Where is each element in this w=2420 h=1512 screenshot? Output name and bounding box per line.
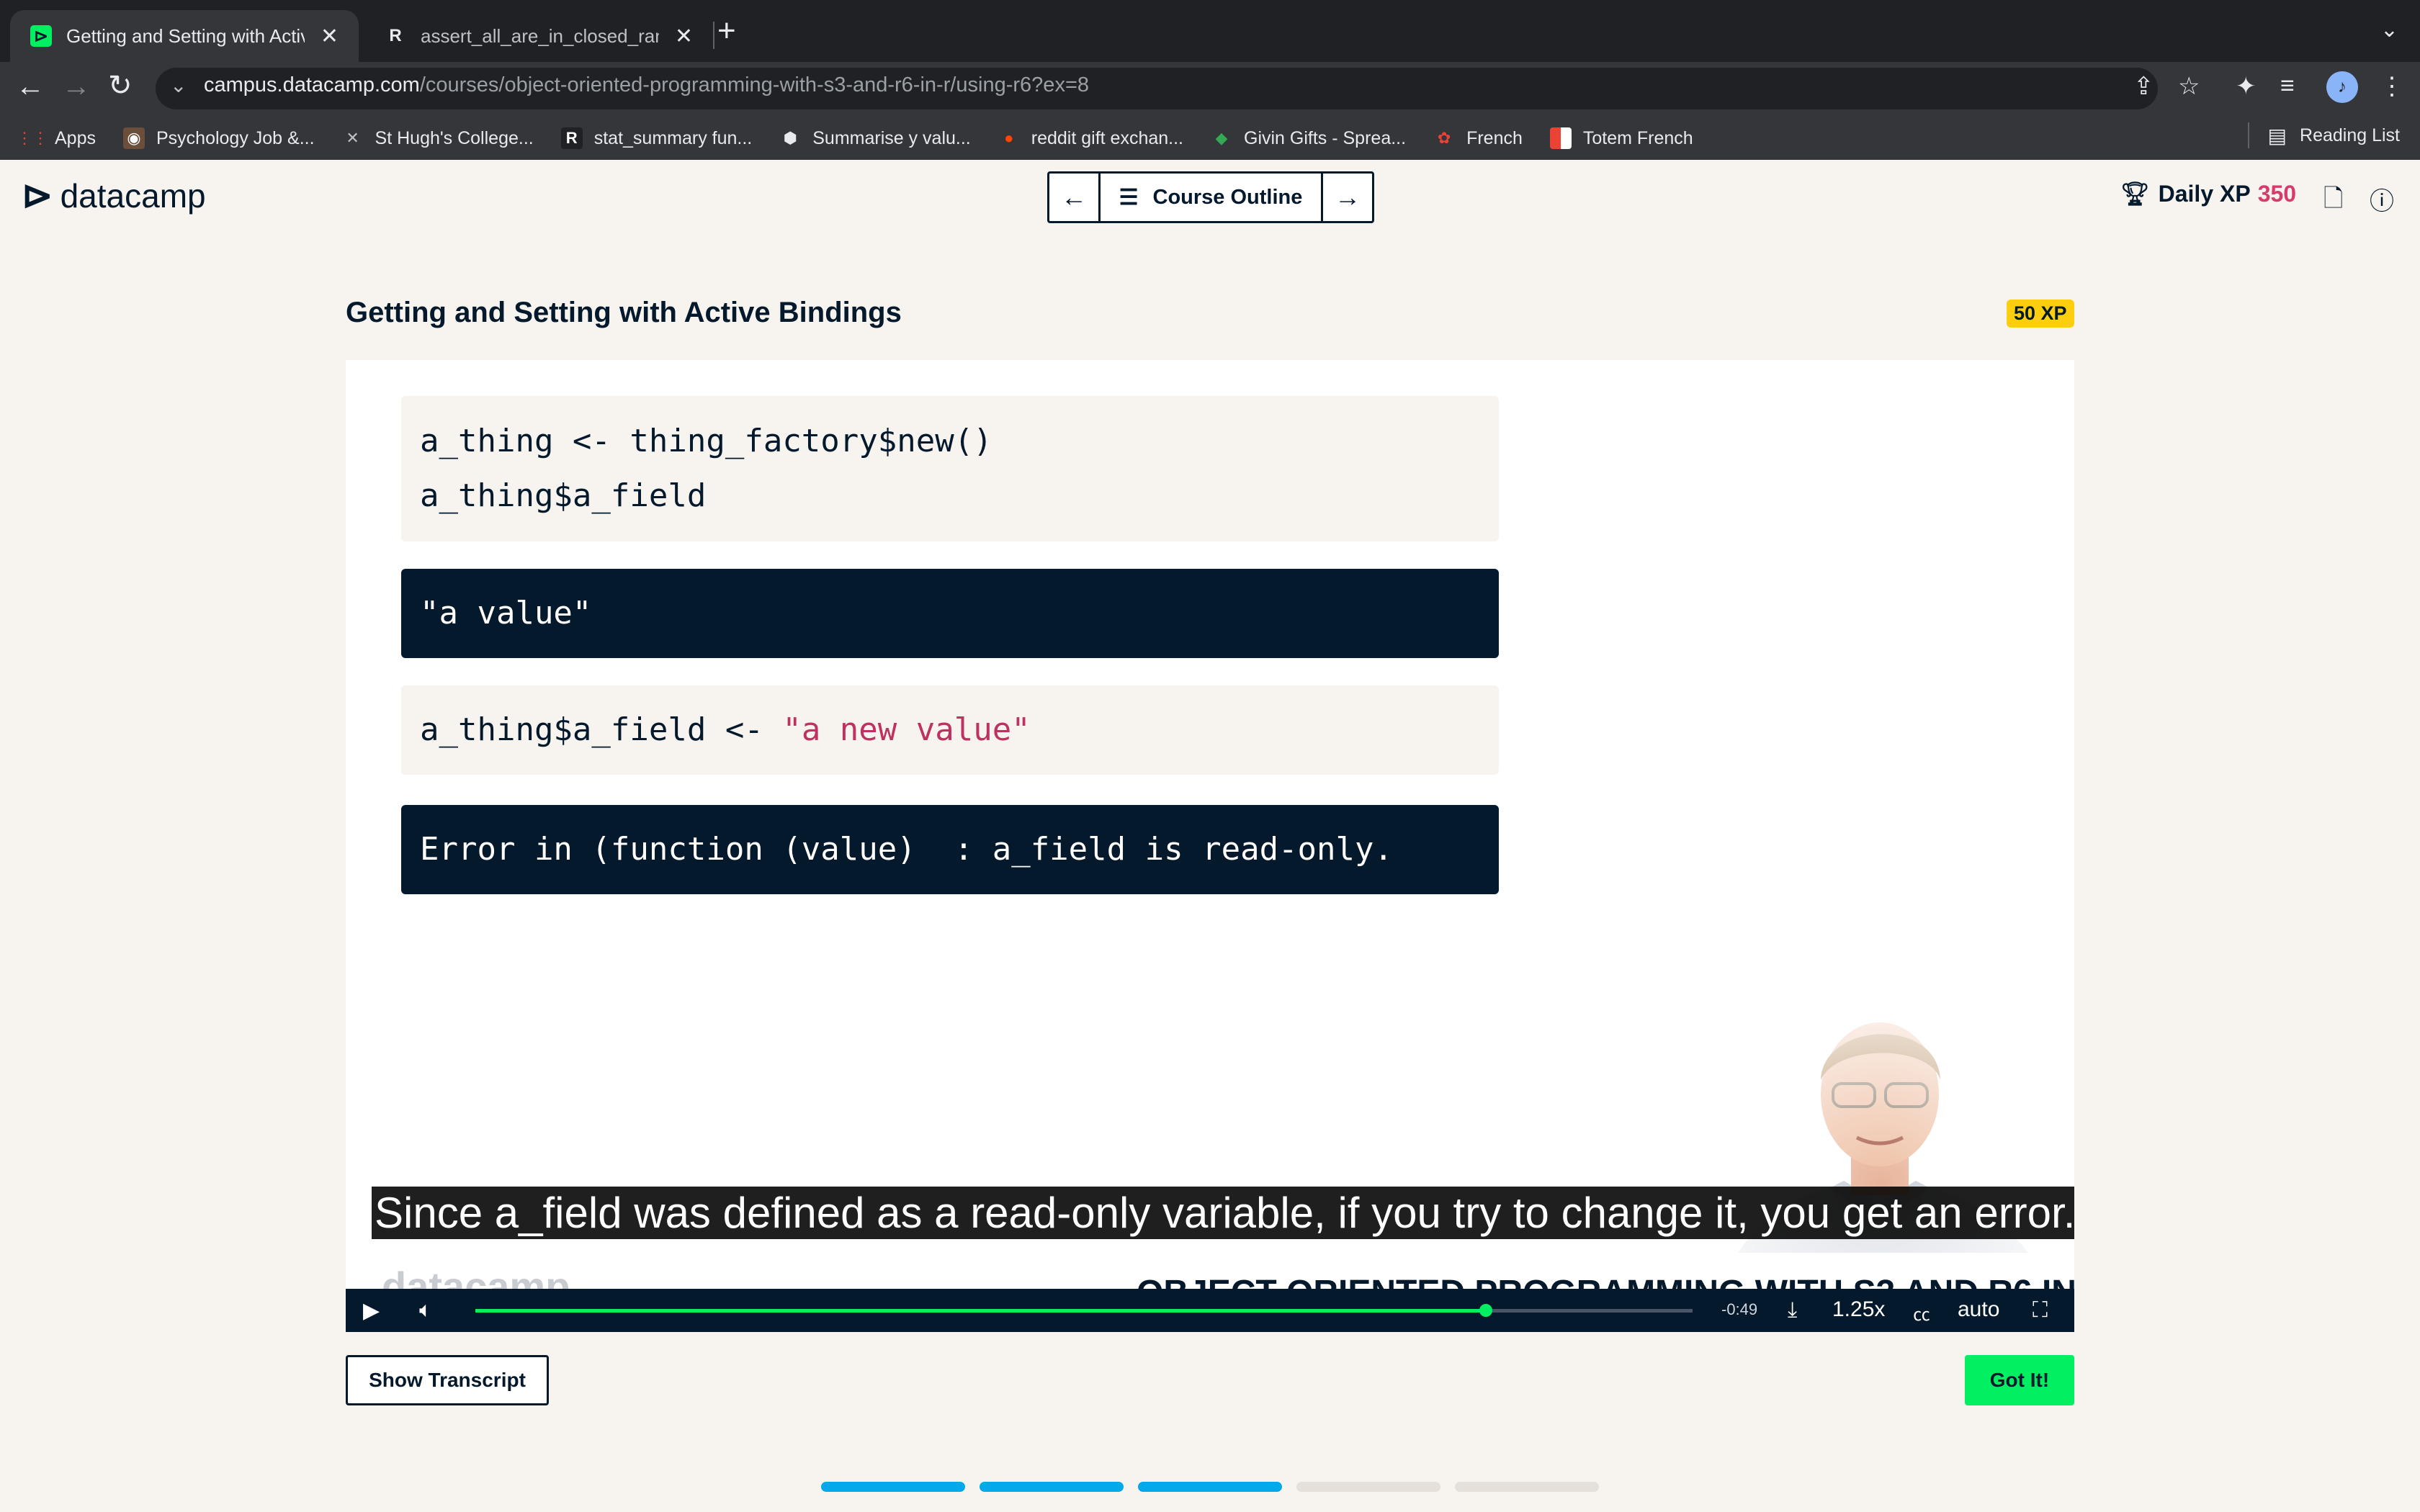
bookmark-psychology[interactable]: ◉ Psychology Job &... [122,127,315,149]
site-info-chevron-icon[interactable]: ⌄ [170,73,187,97]
bookmark-summarise[interactable]: ⬢ Summarise y valu... [779,127,971,149]
tab-title: Getting and Setting with Active Bindings [66,24,305,47]
video-controls: ▶ 🔈︎ -0:49 ⤓ 1.25x ㏄ auto ⛶ [346,1289,2074,1332]
progress-step [1455,1482,1599,1492]
bookmark-givin-gifts[interactable]: ◆ Givin Gifts - Sprea... [1211,127,1407,149]
apps-grid-icon: ⋮⋮ [17,129,48,147]
previous-exercise-arrow-icon[interactable]: ← [1049,174,1098,221]
progress-step [980,1482,1124,1492]
xp-badge: 50 XP [2007,300,2074,328]
bookmark-st-hughs[interactable]: ✕ St Hugh's College... [342,127,533,149]
slide-footer-course: OBJECT-ORIENTED PROGRAMMING WITH S3 AND … [1137,1273,2074,1290]
code-output-1: "a value" [401,569,1499,658]
play-icon[interactable]: ▶ [363,1298,380,1323]
browser-menu-kebab-icon[interactable]: ⋮ [2380,72,2404,101]
r-favicon-icon: R [385,25,406,47]
bookmark-reddit[interactable]: ● reddit gift exchan... [998,127,1183,149]
college-icon: ✕ [346,129,359,147]
reddit-icon: ● [1004,129,1014,147]
totem-icon [1549,127,1572,149]
share-icon[interactable]: ⇪ [2133,72,2154,101]
download-icon[interactable]: ⤓ [1788,1298,1797,1323]
tab-title: assert_all_are_in_closed_range [421,24,659,47]
video-progress-knob[interactable] [1479,1304,1492,1317]
tab-active[interactable]: ⊳ Getting and Setting with Active Bindin… [10,10,359,62]
url-text[interactable]: campus.datacamp.com/courses/object-orien… [204,73,1089,97]
extensions-puzzle-icon[interactable]: ✦ [2236,72,2257,101]
video-progress-fill [475,1309,1486,1313]
exercise-progress-steps [821,1482,1613,1492]
bookmark-star-icon[interactable]: ☆ [2178,72,2200,101]
close-tab-icon[interactable]: ✕ [675,24,693,49]
time-remaining: -0:49 [1721,1300,1758,1318]
progress-step [1138,1482,1282,1492]
slide-footer: datacamp OBJECT-ORIENTED PROGRAMMING WIT… [346,1253,2074,1290]
datacamp-logo[interactable]: ⊳ datacamp [22,174,206,217]
closed-captions-icon[interactable]: ㏄ [1913,1300,1930,1326]
browser-tab-bar: ⊳ Getting and Setting with Active Bindin… [0,0,2420,62]
bookmark-totem-french[interactable]: Totem French [1549,127,1693,149]
code-block-input-1: a_thing <- thing_factory$new() a_thing$a… [401,396,1499,541]
tab-separator [713,22,714,49]
progress-step [821,1482,965,1492]
forward-arrow-icon[interactable]: → [62,71,91,103]
trophy-icon: 🏆︎ [2120,181,2150,207]
got-it-button[interactable]: Got It! [1965,1355,2074,1405]
video-subtitle: Since a_field was defined as a read-only… [372,1187,2074,1239]
course-outline-nav: ← ☰ Course Outline → [1047,171,1374,223]
reload-icon[interactable]: ↻ [108,69,133,102]
slides-document-icon[interactable]: 🗋︎ [2323,181,2343,222]
r-icon: R [560,127,583,149]
datacamp-logo-mark-icon: ⊳ [22,175,53,217]
reading-list-icon: ▤ [2267,124,2287,147]
lesson-video[interactable]: a_thing <- thing_factory$new() a_thing$a… [346,360,2074,1332]
playback-speed-button[interactable]: 1.25x [1832,1297,1885,1322]
course-outline-button[interactable]: ☰ Course Outline [1098,174,1323,221]
reading-list-separator [2247,122,2249,148]
media-queue-icon[interactable]: ≡ [2280,72,2295,100]
lesson-title: Getting and Setting with Active Bindings [346,297,902,328]
new-tab-icon[interactable]: + [717,13,736,49]
bookmark-french[interactable]: ✿ French [1433,127,1523,149]
quality-button[interactable]: auto [1958,1297,1999,1322]
psychology-icon: ◉ [122,127,145,149]
back-arrow-icon[interactable]: ← [16,71,45,103]
bookmark-stat-summary[interactable]: Rstat_summary fun... [560,127,752,149]
profile-avatar[interactable]: ♪ [2326,71,2358,103]
hamburger-menu-icon: ☰ [1119,185,1139,210]
close-tab-icon[interactable]: ✕ [321,24,339,49]
show-transcript-button[interactable]: Show Transcript [346,1355,549,1405]
datacamp-favicon-icon: ⊳ [30,25,52,47]
french-icon: ✿ [1437,129,1451,147]
bookmark-apps[interactable]: ⋮⋮ Apps [17,127,96,149]
fullscreen-icon[interactable]: ⛶ [2033,1298,2048,1323]
code-output-2: Error in (function (value) : a_field is … [401,805,1499,894]
progress-step [1296,1482,1440,1492]
next-exercise-arrow-icon[interactable]: → [1323,174,1372,221]
datacamp-page: ⊳ datacamp ← ☰ Course Outline → 🏆︎ Daily… [0,160,2420,1512]
tab-inactive[interactable]: R assert_all_are_in_closed_range ✕ [364,10,713,62]
reading-list[interactable]: ▤ Reading List [2247,122,2400,148]
tab-search-chevron-icon[interactable]: ⌄ [2380,17,2398,42]
daily-xp: 🏆︎ Daily XP 350 [2120,180,2297,207]
gift-icon: ◆ [1215,129,1228,147]
summarise-icon: ⬢ [783,129,797,147]
volume-icon[interactable]: 🔈︎ [419,1298,432,1323]
slide-footer-logo: datacamp [382,1264,570,1290]
bookmarks-bar: ⋮⋮ Apps ◉ Psychology Job &... ✕ St Hugh's C… [0,117,2420,160]
report-issue-icon[interactable]: ⓘ [2370,181,2394,217]
code-block-input-2: a_thing$a_field <- "a new value" [401,685,1499,775]
video-progress-bar[interactable] [475,1304,1693,1317]
